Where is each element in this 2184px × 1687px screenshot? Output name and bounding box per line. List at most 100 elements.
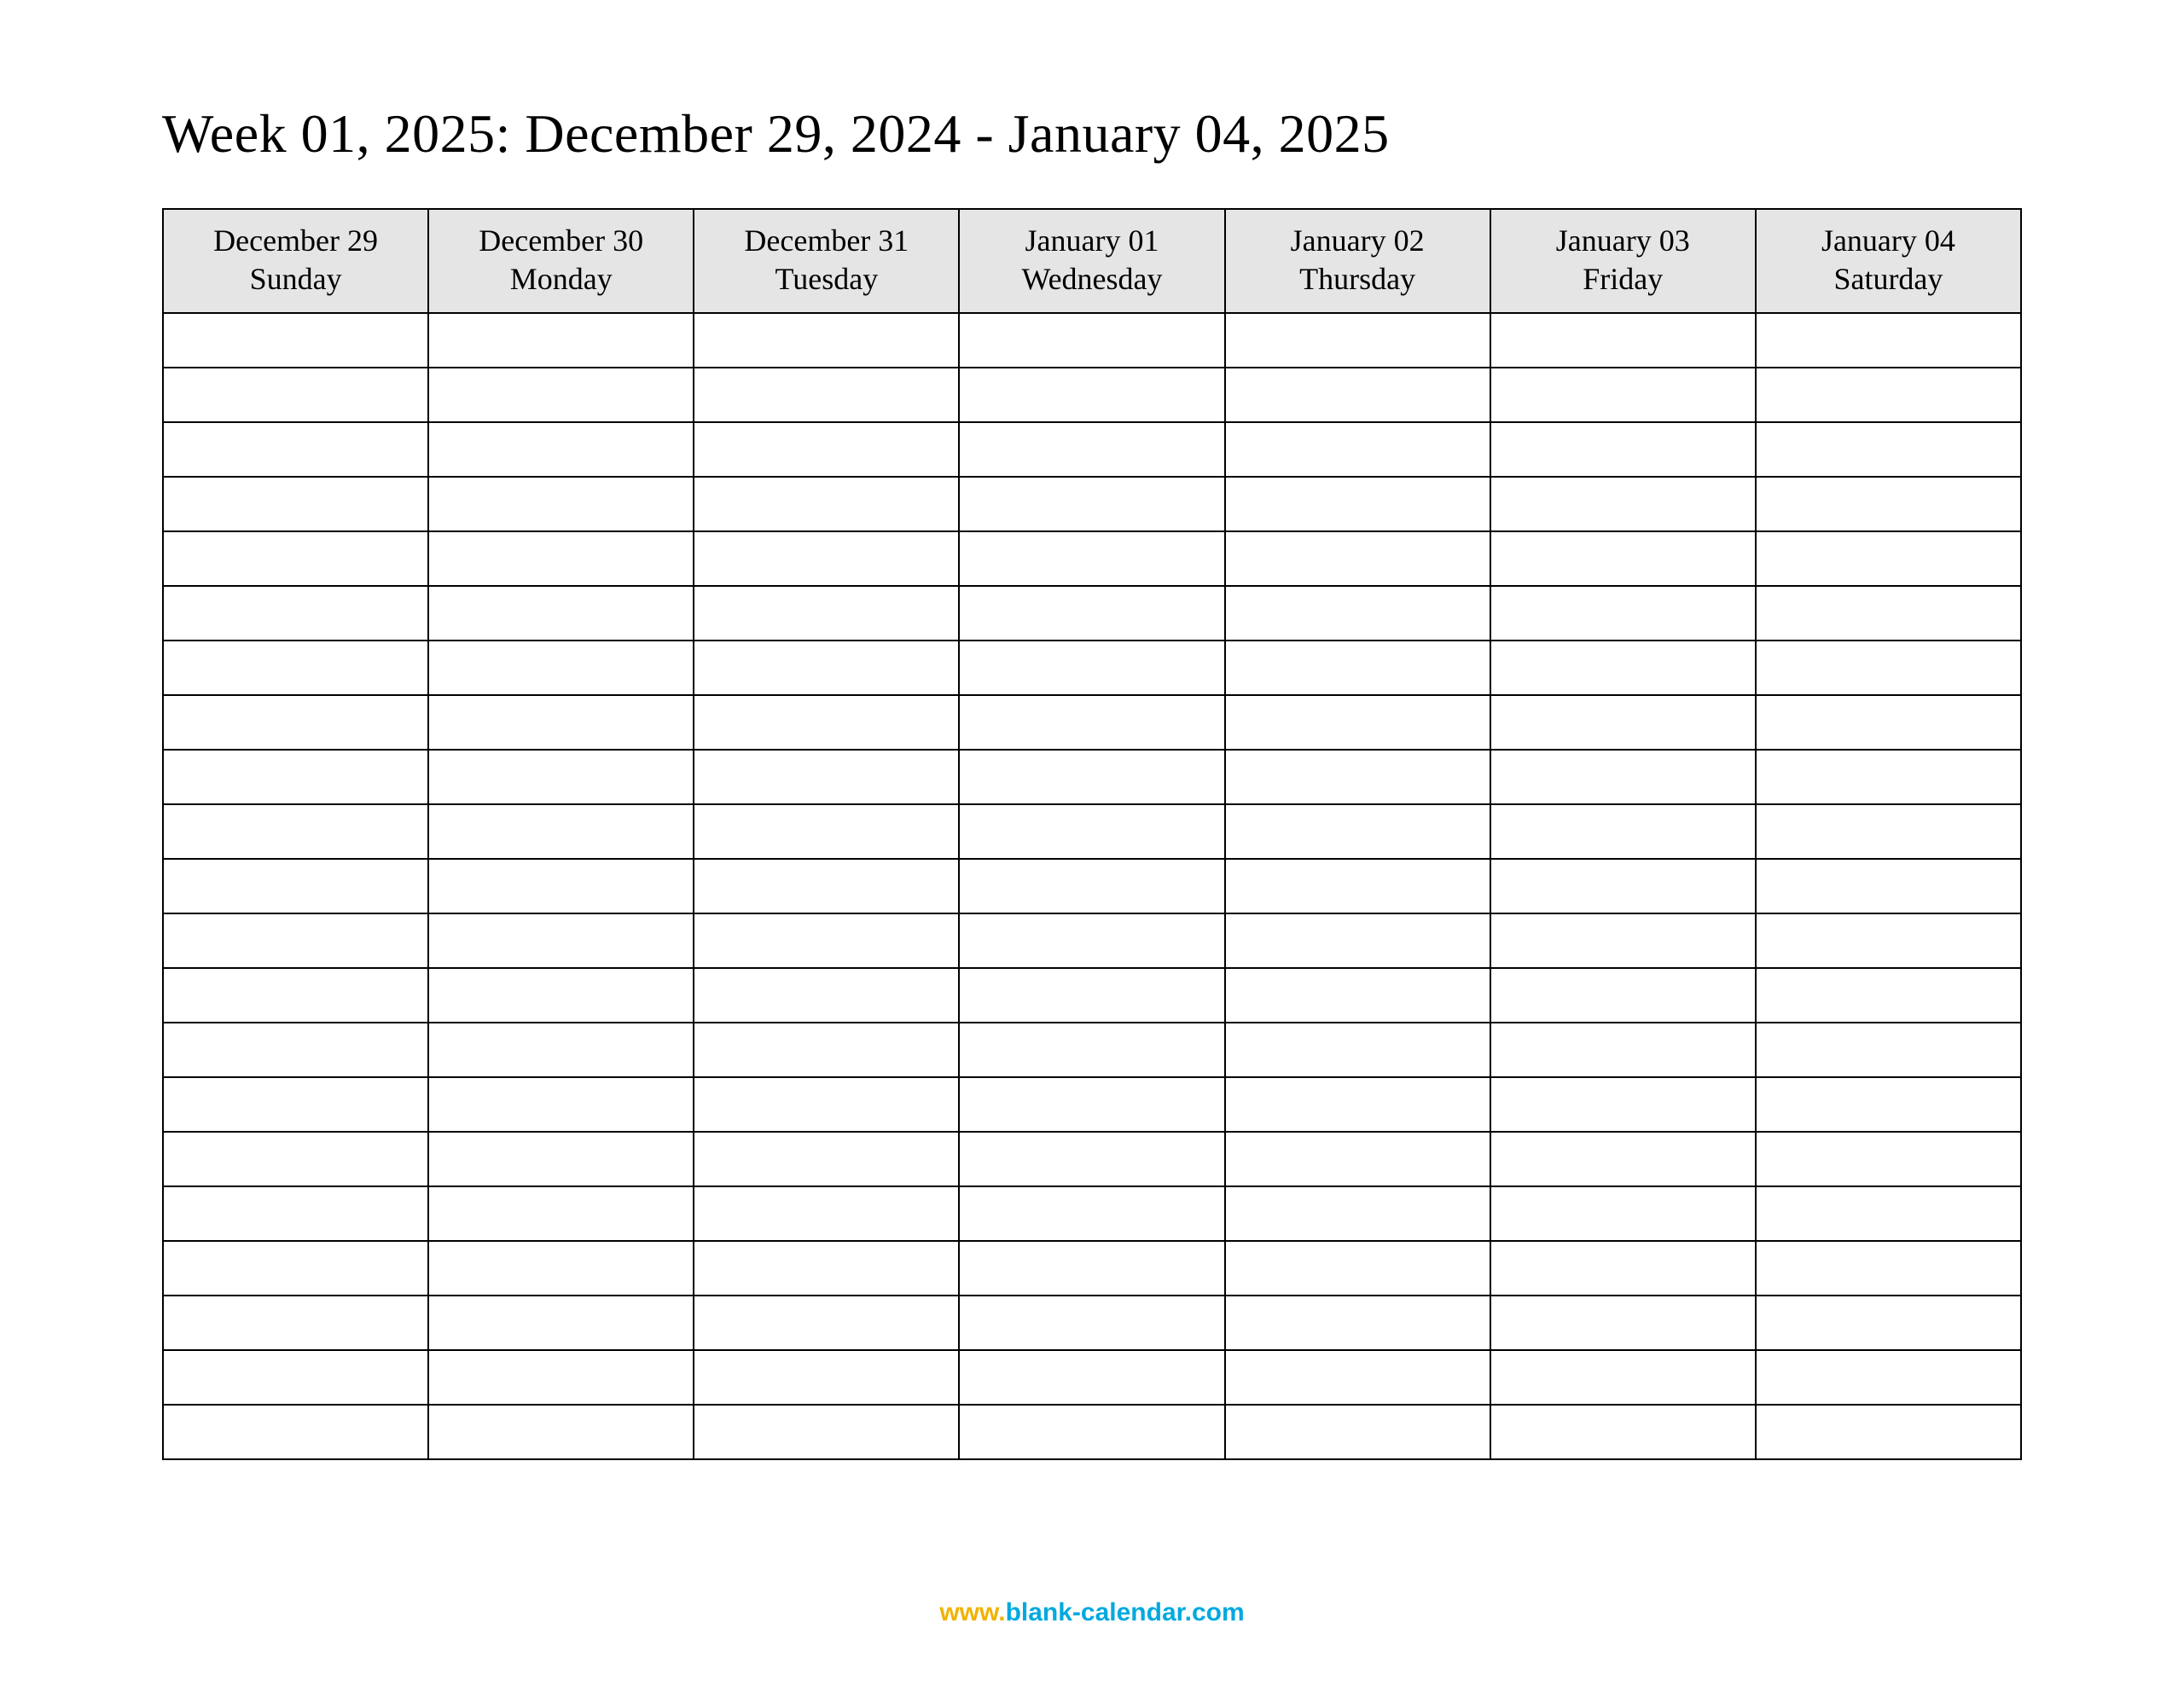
calendar-cell[interactable] [1225, 1077, 1490, 1132]
calendar-cell[interactable] [1756, 422, 2021, 477]
calendar-cell[interactable] [428, 1077, 694, 1132]
calendar-cell[interactable] [428, 1241, 694, 1296]
calendar-cell[interactable] [163, 586, 428, 641]
calendar-cell[interactable] [1490, 1023, 1756, 1077]
calendar-cell[interactable] [1756, 531, 2021, 586]
calendar-cell[interactable] [1756, 641, 2021, 695]
calendar-cell[interactable] [1490, 968, 1756, 1023]
calendar-cell[interactable] [163, 1077, 428, 1132]
calendar-cell[interactable] [959, 368, 1224, 422]
calendar-cell[interactable] [428, 1350, 694, 1405]
calendar-cell[interactable] [1225, 586, 1490, 641]
calendar-cell[interactable] [1225, 1132, 1490, 1186]
calendar-cell[interactable] [428, 968, 694, 1023]
calendar-cell[interactable] [1490, 859, 1756, 913]
calendar-cell[interactable] [1490, 1077, 1756, 1132]
calendar-cell[interactable] [959, 1023, 1224, 1077]
calendar-cell[interactable] [1225, 313, 1490, 368]
calendar-cell[interactable] [959, 477, 1224, 531]
calendar-cell[interactable] [694, 422, 959, 477]
calendar-cell[interactable] [163, 1132, 428, 1186]
calendar-cell[interactable] [428, 1132, 694, 1186]
calendar-cell[interactable] [694, 804, 959, 859]
calendar-cell[interactable] [1490, 750, 1756, 804]
calendar-cell[interactable] [163, 1186, 428, 1241]
calendar-cell[interactable] [163, 477, 428, 531]
calendar-cell[interactable] [1225, 913, 1490, 968]
calendar-cell[interactable] [1490, 913, 1756, 968]
calendar-cell[interactable] [163, 641, 428, 695]
calendar-cell[interactable] [1225, 804, 1490, 859]
calendar-cell[interactable] [1756, 1241, 2021, 1296]
calendar-cell[interactable] [694, 1296, 959, 1350]
calendar-cell[interactable] [959, 422, 1224, 477]
calendar-cell[interactable] [428, 804, 694, 859]
calendar-cell[interactable] [1756, 368, 2021, 422]
calendar-cell[interactable] [694, 859, 959, 913]
calendar-cell[interactable] [428, 1405, 694, 1459]
calendar-cell[interactable] [163, 750, 428, 804]
calendar-cell[interactable] [1490, 1132, 1756, 1186]
calendar-cell[interactable] [1490, 1296, 1756, 1350]
calendar-cell[interactable] [1490, 804, 1756, 859]
calendar-cell[interactable] [1490, 695, 1756, 750]
calendar-cell[interactable] [428, 313, 694, 368]
calendar-cell[interactable] [1225, 1186, 1490, 1241]
calendar-cell[interactable] [163, 1405, 428, 1459]
calendar-cell[interactable] [1756, 804, 2021, 859]
calendar-cell[interactable] [1225, 859, 1490, 913]
calendar-cell[interactable] [1225, 531, 1490, 586]
calendar-cell[interactable] [694, 1405, 959, 1459]
calendar-cell[interactable] [428, 1296, 694, 1350]
calendar-cell[interactable] [428, 913, 694, 968]
calendar-cell[interactable] [959, 1077, 1224, 1132]
calendar-cell[interactable] [1490, 313, 1756, 368]
calendar-cell[interactable] [1225, 695, 1490, 750]
calendar-cell[interactable] [694, 968, 959, 1023]
calendar-cell[interactable] [1756, 1132, 2021, 1186]
calendar-cell[interactable] [694, 1132, 959, 1186]
calendar-cell[interactable] [959, 750, 1224, 804]
calendar-cell[interactable] [1225, 368, 1490, 422]
calendar-cell[interactable] [1756, 859, 2021, 913]
calendar-cell[interactable] [1225, 1023, 1490, 1077]
calendar-cell[interactable] [694, 586, 959, 641]
calendar-cell[interactable] [694, 368, 959, 422]
calendar-cell[interactable] [959, 968, 1224, 1023]
calendar-cell[interactable] [163, 859, 428, 913]
calendar-cell[interactable] [428, 695, 694, 750]
calendar-cell[interactable] [428, 477, 694, 531]
calendar-cell[interactable] [428, 1186, 694, 1241]
calendar-cell[interactable] [959, 1350, 1224, 1405]
calendar-cell[interactable] [163, 695, 428, 750]
calendar-cell[interactable] [959, 1132, 1224, 1186]
calendar-cell[interactable] [1225, 1296, 1490, 1350]
calendar-cell[interactable] [1756, 1186, 2021, 1241]
calendar-cell[interactable] [1490, 1405, 1756, 1459]
calendar-cell[interactable] [959, 641, 1224, 695]
calendar-cell[interactable] [1225, 750, 1490, 804]
calendar-cell[interactable] [694, 641, 959, 695]
calendar-cell[interactable] [428, 422, 694, 477]
calendar-cell[interactable] [1490, 1350, 1756, 1405]
calendar-cell[interactable] [1490, 1186, 1756, 1241]
calendar-cell[interactable] [694, 531, 959, 586]
calendar-cell[interactable] [1225, 1405, 1490, 1459]
calendar-cell[interactable] [959, 313, 1224, 368]
calendar-cell[interactable] [428, 750, 694, 804]
calendar-cell[interactable] [163, 1241, 428, 1296]
calendar-cell[interactable] [694, 1023, 959, 1077]
calendar-cell[interactable] [1225, 641, 1490, 695]
calendar-cell[interactable] [959, 913, 1224, 968]
calendar-cell[interactable] [163, 422, 428, 477]
calendar-cell[interactable] [1490, 1241, 1756, 1296]
calendar-cell[interactable] [428, 368, 694, 422]
calendar-cell[interactable] [163, 968, 428, 1023]
calendar-cell[interactable] [694, 913, 959, 968]
calendar-cell[interactable] [163, 1023, 428, 1077]
calendar-cell[interactable] [1225, 1241, 1490, 1296]
calendar-cell[interactable] [428, 859, 694, 913]
calendar-cell[interactable] [1225, 1350, 1490, 1405]
calendar-cell[interactable] [959, 586, 1224, 641]
calendar-cell[interactable] [1756, 313, 2021, 368]
